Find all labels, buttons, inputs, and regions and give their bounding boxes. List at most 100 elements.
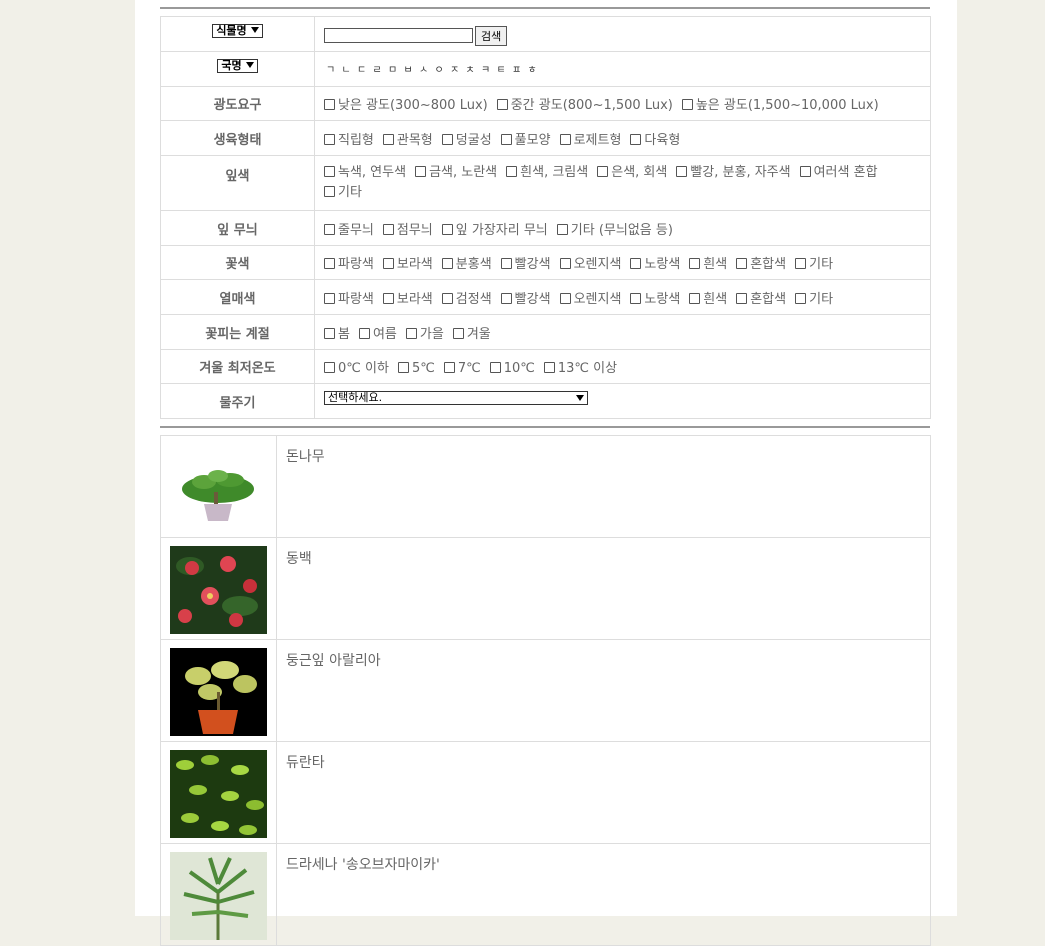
- flower-color-checkbox[interactable]: 노랑색: [630, 253, 680, 272]
- fruit-color-checkbox[interactable]: 검정색: [441, 288, 492, 307]
- consonant-link[interactable]: ㅎ: [528, 61, 544, 76]
- leaf-pattern-checkbox[interactable]: 줄무늬: [324, 219, 374, 238]
- results-divider: [160, 426, 930, 428]
- filter-row-min-temp: 겨울 최저온도 0℃ 이하 5℃ 7℃ 10℃ 13℃ 이상: [160, 349, 931, 384]
- flower-color-checkbox[interactable]: 기타: [795, 253, 833, 272]
- growth-option-checkbox[interactable]: 다육형: [630, 129, 680, 148]
- consonant-link[interactable]: ㄱ: [326, 61, 342, 76]
- leaf-color-checkbox[interactable]: 여러색 혼합: [799, 163, 878, 183]
- content-panel: 식물명 검색 국명 ㄱㄴㄷㄹㅁㅂㅅㅇㅈㅊㅋㅌㅍㅎ 광도요구 낮은 광도(300~…: [135, 0, 957, 946]
- name-select[interactable]: 식물명: [212, 24, 263, 38]
- season-checkbox[interactable]: 여름: [358, 323, 397, 342]
- growth-option-checkbox[interactable]: 직립형: [324, 129, 374, 148]
- chevron-down-icon: [576, 395, 584, 401]
- min-temp-checkbox[interactable]: 13℃ 이상: [543, 357, 617, 376]
- consonant-link[interactable]: ㅅ: [419, 61, 435, 76]
- leaf-color-checkbox[interactable]: 은색, 회색: [597, 163, 667, 183]
- fruit-color-checkbox[interactable]: 흰색: [689, 288, 727, 307]
- search-row: 식물명 검색: [160, 16, 931, 52]
- filter-row-fruit-color: 열매색 파랑색 보라색 검정색 빨강색 오렌지색 노랑색 흰색 혼합색 기타: [160, 279, 931, 315]
- consonant-link[interactable]: ㅊ: [466, 61, 482, 76]
- light-low-checkbox[interactable]: 낮은 광도(300~800 Lux): [324, 94, 488, 113]
- plant-thumbnail[interactable]: [170, 852, 267, 940]
- flower-color-checkbox[interactable]: 흰색: [689, 253, 727, 272]
- table-row: 돈나무: [160, 435, 931, 538]
- table-row: 둥근잎 아랄리아: [160, 639, 931, 742]
- fruit-color-checkbox[interactable]: 노랑색: [630, 288, 680, 307]
- fruit-color-checkbox[interactable]: 오렌지색: [559, 288, 621, 307]
- flower-color-checkbox[interactable]: 보라색: [382, 253, 433, 272]
- consonant-link[interactable]: ㅋ: [481, 61, 497, 76]
- leaf-color-checkbox[interactable]: 빨강, 분홍, 자주색: [676, 163, 791, 183]
- plant-name[interactable]: 드라세나 '송오브자마이카': [276, 843, 931, 946]
- index-row: 국명 ㄱㄴㄷㄹㅁㅂㅅㅇㅈㅊㅋㅌㅍㅎ: [160, 51, 931, 87]
- flower-color-checkbox[interactable]: 오렌지색: [559, 253, 621, 272]
- growth-option-checkbox[interactable]: 덩굴성: [441, 129, 492, 148]
- growth-option-checkbox[interactable]: 풀모양: [500, 129, 551, 148]
- season-checkbox[interactable]: 봄: [324, 323, 350, 342]
- growth-option-checkbox[interactable]: 로제트형: [559, 129, 621, 148]
- consonant-link[interactable]: ㅂ: [404, 61, 420, 76]
- fruit-color-checkbox[interactable]: 파랑색: [324, 288, 374, 307]
- flower-color-checkbox[interactable]: 파랑색: [324, 253, 374, 272]
- plant-name[interactable]: 듀란타: [276, 741, 931, 844]
- consonant-link[interactable]: ㅇ: [435, 61, 451, 76]
- filter-row-light: 광도요구 낮은 광도(300~800 Lux) 중간 광도(800~1,500 L…: [160, 86, 931, 121]
- fruit-color-checkbox[interactable]: 보라색: [382, 288, 433, 307]
- watering-select[interactable]: 선택하세요.: [324, 391, 588, 405]
- fruit-color-checkbox[interactable]: 기타: [795, 288, 833, 307]
- light-medium-checkbox[interactable]: 중간 광도(800~1,500 Lux): [496, 94, 673, 113]
- consonant-index: ㄱㄴㄷㄹㅁㅂㅅㅇㅈㅊㅋㅌㅍㅎ: [314, 51, 931, 87]
- flower-color-checkbox[interactable]: 혼합색: [736, 253, 786, 272]
- min-temp-checkbox[interactable]: 0℃ 이하: [324, 357, 389, 376]
- plant-thumbnail[interactable]: [170, 546, 267, 634]
- consonant-link[interactable]: ㄹ: [373, 61, 389, 76]
- table-row: 동백: [160, 537, 931, 640]
- flower-color-checkbox[interactable]: 분홍색: [441, 253, 492, 272]
- consonant-link[interactable]: ㅁ: [388, 61, 404, 76]
- filter-table: 식물명 검색 국명 ㄱㄴㄷㄹㅁㅂㅅㅇㅈㅊㅋㅌㅍㅎ 광도요구 낮은 광도(300~…: [160, 16, 931, 419]
- fruit-color-checkbox[interactable]: 빨강색: [500, 288, 551, 307]
- filter-row-flower-color: 꽃색 파랑색 보라색 분홍색 빨강색 오렌지색 노랑색 흰색 혼합색 기타: [160, 245, 931, 280]
- search-button[interactable]: 검색: [475, 25, 508, 46]
- season-checkbox[interactable]: 가을: [405, 323, 444, 342]
- leaf-color-checkbox[interactable]: 금색, 노란색: [415, 163, 497, 183]
- plant-name[interactable]: 동백: [276, 537, 931, 640]
- consonant-link[interactable]: ㅌ: [497, 61, 513, 76]
- plant-thumbnail[interactable]: [170, 444, 267, 532]
- min-temp-checkbox[interactable]: 5℃: [397, 361, 435, 376]
- filter-row-watering: 물주기 선택하세요.: [160, 383, 931, 419]
- plant-name[interactable]: 둥근잎 아랄리아: [276, 639, 931, 742]
- chevron-down-icon: [250, 27, 259, 33]
- table-row: 드라세나 '송오브자마이카': [160, 843, 931, 946]
- flower-color-checkbox[interactable]: 빨강색: [500, 253, 551, 272]
- plant-thumbnail[interactable]: [170, 750, 267, 838]
- plant-thumbnail[interactable]: [170, 648, 267, 736]
- season-checkbox[interactable]: 겨울: [452, 323, 491, 342]
- table-row: 듀란타: [160, 741, 931, 844]
- search-input[interactable]: [324, 28, 473, 43]
- filter-row-growth: 생육형태 직립형 관목형 덩굴성 풀모양 로제트형 다육형: [160, 120, 931, 156]
- consonant-link[interactable]: ㅈ: [450, 61, 466, 76]
- consonant-link[interactable]: ㅍ: [512, 61, 528, 76]
- leaf-pattern-checkbox[interactable]: 기타 (무늬없음 등): [556, 219, 673, 238]
- filter-row-season: 꽃피는 계절 봄 여름 가을 겨울: [160, 314, 931, 350]
- consonant-link[interactable]: ㄷ: [357, 61, 373, 76]
- top-divider: [160, 7, 930, 9]
- leaf-color-checkbox[interactable]: 녹색, 연두색: [324, 163, 406, 183]
- leaf-color-checkbox[interactable]: 흰색, 크림색: [506, 163, 588, 183]
- consonant-link[interactable]: ㄴ: [342, 61, 358, 76]
- chevron-down-icon: [245, 62, 254, 68]
- filter-row-leaf-pattern: 잎 무늬 줄무늬 점무늬 잎 가장자리 무늬 기타 (무늬없음 등): [160, 210, 931, 246]
- leaf-pattern-checkbox[interactable]: 점무늬: [382, 219, 433, 238]
- plant-name[interactable]: 돈나무: [276, 435, 931, 538]
- country-select[interactable]: 국명: [217, 59, 258, 73]
- fruit-color-checkbox[interactable]: 혼합색: [736, 288, 786, 307]
- min-temp-checkbox[interactable]: 7℃: [443, 361, 481, 376]
- leaf-pattern-checkbox[interactable]: 잎 가장자리 무늬: [441, 219, 548, 238]
- light-high-checkbox[interactable]: 높은 광도(1,500~10,000 Lux): [681, 94, 879, 113]
- plant-results-table: 돈나무 동백 둥근잎 아랄리아 듀란타 드라세나 '송오브자마이카': [160, 435, 931, 946]
- leaf-color-checkbox[interactable]: 기타: [324, 183, 362, 203]
- growth-option-checkbox[interactable]: 관목형: [382, 129, 433, 148]
- min-temp-checkbox[interactable]: 10℃: [489, 361, 535, 376]
